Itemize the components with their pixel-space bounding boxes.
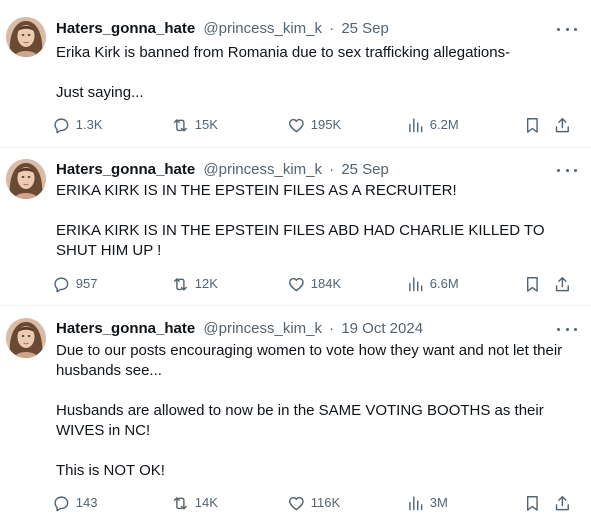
like-count: 184K: [310, 276, 342, 291]
like-count: 116K: [310, 495, 341, 510]
share-button[interactable]: [553, 114, 572, 136]
avatar[interactable]: [6, 17, 46, 57]
tweet-3[interactable]: Haters_gonna_hate @princess_kim_k · 19 O…: [0, 306, 591, 526]
tweet-line: ERIKA KIRK IS IN THE EPSTEIN FILES ABD H…: [56, 222, 545, 259]
share-button[interactable]: [553, 273, 572, 295]
heart-icon: [289, 277, 304, 291]
views-icon: [409, 277, 423, 291]
bookmark-icon: [526, 495, 538, 511]
tweet-line: Just saying...: [56, 84, 144, 101]
reply-count: 957: [75, 276, 98, 291]
tweet-1[interactable]: Haters_gonna_hate @princess_kim_k · 25 S…: [0, 0, 591, 148]
display-name[interactable]: Haters_gonna_hate: [56, 161, 195, 178]
views-icon: [409, 496, 423, 510]
repost-count: 15K: [194, 117, 218, 132]
action-bar: 957 12K 184K 6.6M: [52, 273, 573, 295]
user-handle[interactable]: @princess_kim_k: [203, 20, 322, 37]
bookmark-icon: [526, 276, 538, 292]
bookmark-button[interactable]: [523, 492, 542, 514]
avatar-photo: [6, 318, 46, 358]
views-button[interactable]: 3M: [406, 492, 448, 514]
reply-count: 1.3K: [75, 117, 103, 132]
tweet-text: Erika Kirk is banned from Romania due to…: [56, 43, 565, 103]
reply-icon: [54, 277, 69, 292]
reply-button[interactable]: 143: [52, 492, 97, 514]
action-bar: 143 14K 116K 3M: [52, 492, 573, 514]
tweet-line: ERIKA KIRK IS IN THE EPSTEIN FILES AS A …: [56, 182, 457, 199]
display-name[interactable]: Haters_gonna_hate: [56, 320, 195, 337]
heart-icon: [289, 118, 304, 132]
display-name[interactable]: Haters_gonna_hate: [56, 20, 195, 37]
share-icon: [555, 276, 569, 291]
action-bar: 1.3K 15K 195K 6.2M: [52, 114, 573, 136]
view-count: 3M: [429, 495, 448, 510]
share-icon: [555, 117, 569, 132]
repost-button[interactable]: 15K: [171, 114, 218, 136]
tweet-header: Haters_gonna_hate @princess_kim_k · 25 S…: [56, 160, 551, 180]
reply-count: 143: [75, 495, 98, 510]
tweet-line: Due to our posts encouraging women to vo…: [56, 342, 563, 379]
like-count: 195K: [310, 117, 342, 132]
share-button[interactable]: [553, 492, 572, 514]
more-icon[interactable]: [557, 162, 577, 178]
views-button[interactable]: 6.2M: [406, 114, 459, 136]
avatar[interactable]: [6, 159, 46, 199]
avatar[interactable]: [6, 318, 46, 358]
heart-icon: [289, 496, 304, 510]
separator-dot: ·: [329, 320, 335, 337]
repost-icon: [173, 496, 187, 510]
views-button[interactable]: 6.6M: [406, 273, 459, 295]
repost-count: 12K: [194, 276, 218, 291]
tweet-line: Husbands are allowed to now be in the SA…: [56, 402, 544, 439]
bookmark-button[interactable]: [523, 273, 542, 295]
bookmark-icon: [526, 117, 538, 133]
tweet-line: This is NOT OK!: [56, 462, 165, 479]
like-button[interactable]: 195K: [287, 114, 341, 136]
tweet-date[interactable]: 25 Sep: [341, 20, 389, 37]
reply-icon: [54, 118, 69, 133]
tweet-2[interactable]: Haters_gonna_hate @princess_kim_k · 25 S…: [0, 148, 591, 306]
view-count: 6.6M: [429, 276, 459, 291]
more-icon[interactable]: [557, 21, 577, 37]
repost-button[interactable]: 12K: [171, 273, 218, 295]
more-icon[interactable]: [557, 321, 577, 337]
reply-icon: [54, 496, 69, 511]
tweet-text: ERIKA KIRK IS IN THE EPSTEIN FILES AS A …: [56, 181, 565, 261]
tweet-line: Erika Kirk is banned from Romania due to…: [56, 44, 511, 61]
bookmark-button[interactable]: [523, 114, 542, 136]
share-icon: [555, 495, 569, 510]
avatar-photo: [6, 17, 46, 57]
like-button[interactable]: 116K: [287, 492, 340, 514]
tweet-date[interactable]: 19 Oct 2024: [341, 320, 423, 337]
user-handle[interactable]: @princess_kim_k: [203, 320, 322, 337]
tweet-text: Due to our posts encouraging women to vo…: [56, 341, 565, 481]
tweet-header: Haters_gonna_hate @princess_kim_k · 19 O…: [56, 319, 551, 339]
repost-count: 14K: [194, 495, 218, 510]
avatar-photo: [6, 159, 46, 199]
like-button[interactable]: 184K: [287, 273, 341, 295]
repost-icon: [173, 277, 187, 291]
reply-button[interactable]: 1.3K: [52, 114, 103, 136]
separator-dot: ·: [329, 161, 335, 178]
user-handle[interactable]: @princess_kim_k: [203, 161, 322, 178]
reply-button[interactable]: 957: [52, 273, 97, 295]
views-icon: [409, 118, 423, 132]
tweet-header: Haters_gonna_hate @princess_kim_k · 25 S…: [56, 19, 551, 39]
view-count: 6.2M: [429, 117, 459, 132]
separator-dot: ·: [329, 20, 335, 37]
repost-button[interactable]: 14K: [171, 492, 218, 514]
tweet-date[interactable]: 25 Sep: [341, 161, 389, 178]
repost-icon: [173, 118, 187, 132]
